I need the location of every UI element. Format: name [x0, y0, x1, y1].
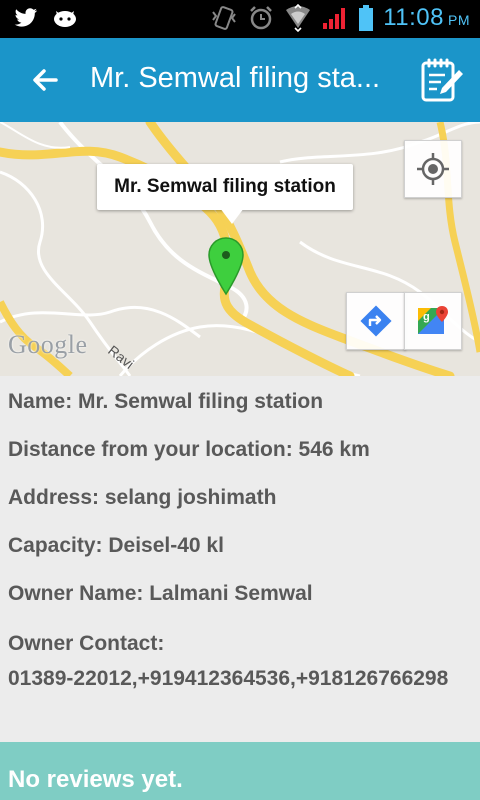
station-address: Address: selang joshimath	[8, 486, 277, 509]
arrow-back-icon	[33, 69, 58, 91]
station-details: Name: Mr. Semwal filing station Distance…	[0, 376, 480, 742]
edit-note-icon	[421, 58, 463, 102]
google-maps-icon: g	[418, 306, 448, 334]
my-location-icon	[417, 153, 449, 185]
svg-text:g: g	[423, 311, 430, 323]
vibrate-icon	[212, 6, 237, 30]
notification-icons	[14, 8, 78, 28]
station-capacity: Capacity: Deisel-40 kl	[8, 534, 224, 557]
alarm-icon	[250, 6, 273, 30]
station-distance: Distance from your location: 546 km	[8, 438, 370, 461]
wifi-icon	[286, 4, 311, 32]
page-title: Mr. Semwal filing sta...	[90, 62, 381, 94]
marker-info-window[interactable]: Mr. Semwal filing station	[97, 164, 353, 210]
owner-contact-value[interactable]: 01389-22012,+919412364536,+918126766298	[8, 661, 474, 696]
clock-time: 11:08	[383, 4, 444, 31]
owner-name: Owner Name: Lalmani Semwal	[8, 582, 313, 605]
directions-icon	[360, 305, 392, 337]
app-bar: Mr. Semwal filing sta...	[0, 38, 480, 122]
directions-button[interactable]	[346, 292, 406, 350]
reviews-empty-text: No reviews yet.	[8, 766, 183, 793]
signal-icon	[323, 8, 346, 29]
battery-icon	[359, 5, 374, 31]
location-marker[interactable]	[207, 236, 245, 296]
twitter-icon	[14, 8, 38, 27]
messenger-icon	[54, 11, 76, 27]
open-in-maps-button[interactable]: g	[404, 292, 462, 350]
owner-contact-label: Owner Contact:	[8, 632, 165, 655]
system-icons: 11:08 PM	[209, 4, 470, 32]
clock: 11:08 PM	[383, 4, 470, 32]
my-location-button[interactable]	[404, 140, 462, 198]
owner-contact: Owner Contact: 01389-22012,+919412364536…	[8, 626, 474, 696]
info-window-pointer	[220, 208, 244, 224]
back-button[interactable]	[26, 60, 66, 100]
add-review-button[interactable]	[418, 56, 466, 104]
station-name: Name: Mr. Semwal filing station	[8, 390, 324, 413]
clock-ampm: PM	[448, 12, 470, 28]
google-attribution: Google	[8, 330, 88, 359]
status-bar: 11:08 PM	[0, 0, 480, 38]
reviews-section: No reviews yet.	[0, 742, 480, 800]
